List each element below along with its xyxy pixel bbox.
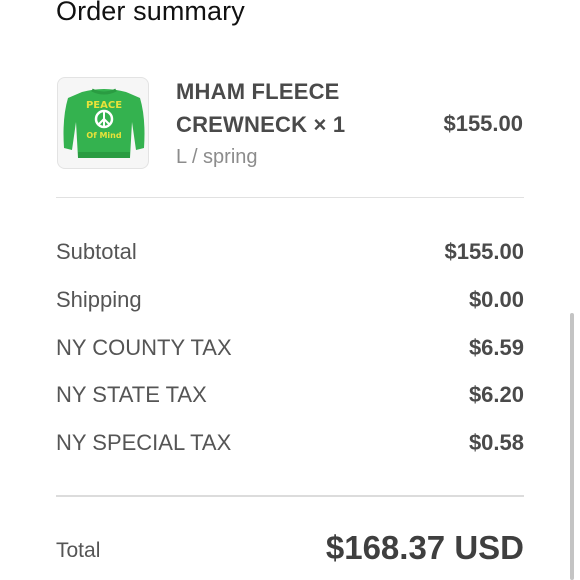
summary-row-special-tax-label: NY SPECIAL TAX [56, 430, 232, 455]
product-variant: L / spring [176, 146, 258, 168]
total-value: $168.37 USD [325, 529, 524, 566]
summary-row-shipping-label: Shipping [56, 287, 142, 312]
product-thumbnail: PEACE Of Mind [57, 77, 149, 169]
summary-row-county-tax-value: $6.59 [468, 335, 524, 360]
summary-row-state-tax-value: $6.20 [468, 382, 524, 407]
summary-row-special-tax-value: $0.58 [468, 430, 524, 455]
divider [56, 495, 524, 497]
product-name-line-1: MHAM FLEECE [176, 79, 340, 104]
total-label: Total [56, 539, 101, 562]
summary-row-county-tax-label: NY COUNTY TAX [56, 335, 232, 360]
summary-row-state-tax-label: NY STATE TAX [56, 382, 207, 407]
summary-row-shipping-value: $0.00 [468, 287, 524, 312]
product-name-line-2: CREWNECK × 1 [176, 112, 346, 137]
scrollbar[interactable] [570, 313, 574, 580]
order-summary-title: Order summary [56, 0, 245, 26]
divider [56, 197, 524, 198]
product-name: MHAM FLEECE CREWNECK × 1 [176, 75, 396, 141]
svg-text:Of Mind: Of Mind [86, 131, 121, 140]
svg-text:PEACE: PEACE [86, 100, 122, 111]
summary-row-subtotal-label: Subtotal [56, 239, 137, 264]
product-price: $155.00 [443, 111, 523, 136]
sweater-image: PEACE Of Mind [63, 88, 145, 158]
summary-row-subtotal-value: $155.00 [444, 239, 524, 264]
